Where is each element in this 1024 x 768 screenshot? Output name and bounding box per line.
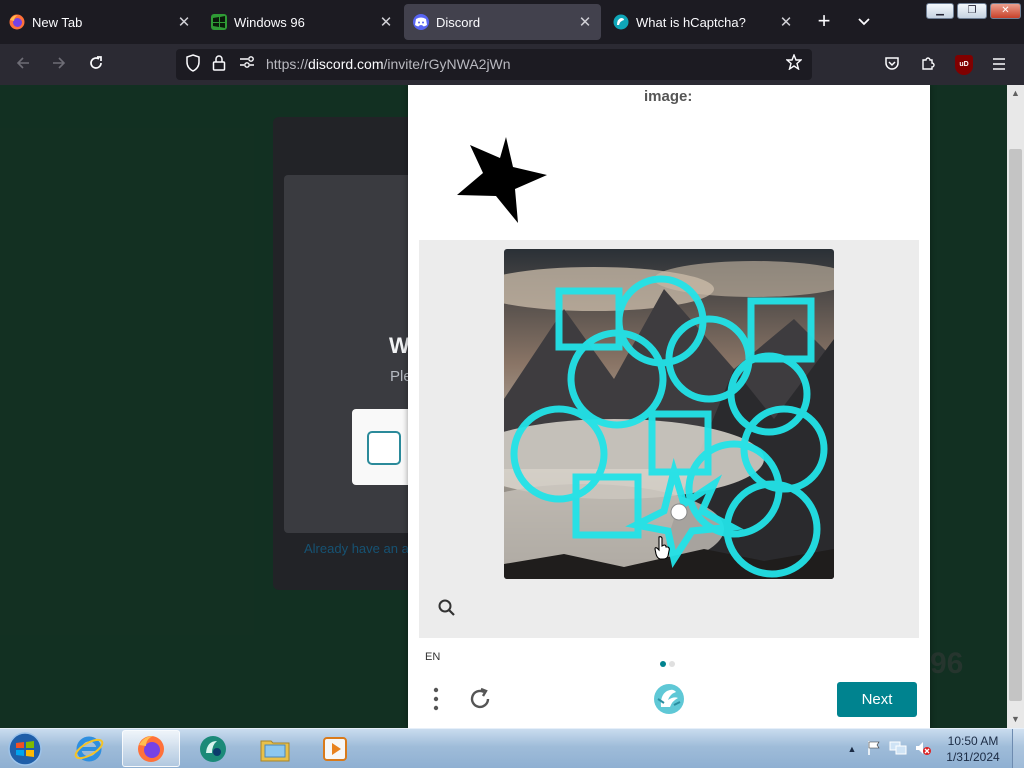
start-button[interactable]: [5, 731, 45, 767]
challenge-image[interactable]: [504, 249, 834, 579]
address-bar[interactable]: https://discord.com/invite/rGyNWA2jWn: [176, 49, 812, 80]
reload-button[interactable]: [83, 52, 109, 78]
more-options-icon[interactable]: [428, 686, 444, 712]
hcaptcha-checkbox[interactable]: [367, 431, 401, 465]
login-link[interactable]: Already have an a: [304, 541, 409, 556]
invite-heading: W: [389, 333, 410, 358]
hcaptcha-challenge: image: EN Next: [408, 85, 930, 728]
new-tab-button[interactable]: +: [812, 10, 836, 33]
clock-time[interactable]: 10:50 AM: [940, 734, 1006, 748]
menu-button[interactable]: [986, 52, 1012, 78]
lock-icon[interactable]: [212, 54, 226, 77]
windows96-icon: [211, 14, 227, 30]
watermark-text: 96: [930, 647, 964, 680]
page-scrollbar[interactable]: ▲ ▼: [1007, 85, 1024, 728]
puzzle-icon: [922, 57, 935, 70]
taskbar-firefox[interactable]: [122, 730, 180, 767]
media-player-icon: [323, 736, 347, 761]
forward-button[interactable]: [46, 52, 72, 78]
arrow-right-icon: [53, 57, 66, 69]
chevron-down-icon: [858, 18, 870, 26]
extensions-button[interactable]: [915, 52, 941, 78]
hand-cursor-icon: [654, 536, 670, 560]
list-all-tabs-button[interactable]: [852, 11, 876, 33]
taskbar-media-player[interactable]: [306, 730, 364, 767]
url-host: discord.com: [308, 56, 384, 72]
zoom-icon[interactable]: [437, 598, 457, 618]
example-star-image: [457, 137, 547, 223]
tab-title: What is hCaptcha?: [636, 14, 746, 30]
clock-date[interactable]: 1/31/2024: [940, 750, 1006, 764]
navigation-toolbar: https://discord.com/invite/rGyNWA2jWn: [0, 44, 1024, 85]
reload-icon: [90, 56, 102, 69]
restore-button[interactable]: ❐: [957, 3, 987, 19]
taskbar-media-center[interactable]: [184, 730, 242, 767]
tab-close-icon[interactable]: ✕: [374, 13, 398, 31]
tab-discord[interactable]: Discord ✕: [404, 4, 601, 40]
tab-close-icon[interactable]: ✕: [774, 13, 798, 31]
discord-icon: [413, 14, 429, 30]
scrollbar-thumb[interactable]: [1009, 149, 1022, 701]
firefox-icon: [9, 14, 25, 30]
show-desktop-button[interactable]: [1012, 729, 1024, 768]
next-button[interactable]: Next: [837, 682, 917, 717]
taskbar-internet-explorer[interactable]: [60, 730, 118, 767]
tab-strip: New Tab ✕ Windows 96 ✕ Discord ✕ What is…: [0, 0, 1024, 44]
volume-muted-icon[interactable]: [914, 740, 932, 758]
tab-new-tab[interactable]: New Tab ✕: [0, 4, 200, 40]
hamburger-icon: [993, 58, 1005, 70]
hcaptcha-icon: [613, 14, 629, 30]
windows-taskbar: ▲ 10:50 AM 1/31/2024: [0, 728, 1024, 768]
challenge-pager: [660, 654, 678, 672]
pager-dot: [669, 661, 675, 667]
close-window-button[interactable]: ✕: [990, 3, 1021, 19]
challenge-prompt: image:: [644, 88, 693, 105]
challenge-task-area: [419, 240, 919, 638]
firefox-icon: [138, 735, 164, 762]
pocket-button[interactable]: [879, 52, 905, 78]
url-text[interactable]: https://discord.com/invite/rGyNWA2jWn: [266, 56, 511, 72]
tracking-protection-icon[interactable]: [185, 54, 201, 77]
bookmark-star-icon[interactable]: [785, 53, 803, 75]
url-scheme: https://: [266, 56, 309, 72]
scroll-up-arrow-icon[interactable]: ▲: [1007, 85, 1024, 102]
back-button[interactable]: [10, 52, 36, 78]
ublock-origin-icon[interactable]: uD: [955, 55, 973, 75]
permissions-icon[interactable]: [238, 54, 256, 75]
tab-title: Discord: [436, 14, 481, 30]
media-center-icon: [200, 735, 226, 762]
network-icon[interactable]: [889, 740, 907, 758]
page-viewport: W Ple Already have an a 96 image: EN Nex…: [0, 85, 1024, 728]
action-center-flag-icon[interactable]: [865, 740, 883, 758]
arrow-left-icon: [16, 57, 29, 69]
taskbar-file-explorer[interactable]: [246, 730, 304, 767]
tab-title: New Tab: [32, 14, 83, 30]
tab-windows-96[interactable]: Windows 96 ✕: [202, 4, 402, 40]
pocket-icon: [885, 57, 899, 70]
language-selector[interactable]: EN: [425, 651, 440, 663]
url-path: /invite/rGyNWA2jWn: [383, 56, 511, 72]
minimize-button[interactable]: ▁: [926, 3, 954, 19]
tab-close-icon[interactable]: ✕: [573, 13, 597, 31]
tab-title: Windows 96: [234, 14, 305, 30]
hcaptcha-logo-icon[interactable]: [652, 683, 686, 715]
show-hidden-icons-icon[interactable]: ▲: [843, 740, 861, 758]
scroll-down-arrow-icon[interactable]: ▼: [1007, 711, 1024, 728]
hcaptcha-widget: [352, 409, 412, 485]
pager-dot-active: [660, 661, 666, 667]
file-explorer-icon: [260, 740, 290, 761]
internet-explorer-icon: [74, 736, 104, 761]
tab-close-icon[interactable]: ✕: [172, 13, 196, 31]
refresh-challenge-icon[interactable]: [468, 686, 494, 712]
tab-what-is-hcaptcha[interactable]: What is hCaptcha? ✕: [604, 4, 802, 40]
